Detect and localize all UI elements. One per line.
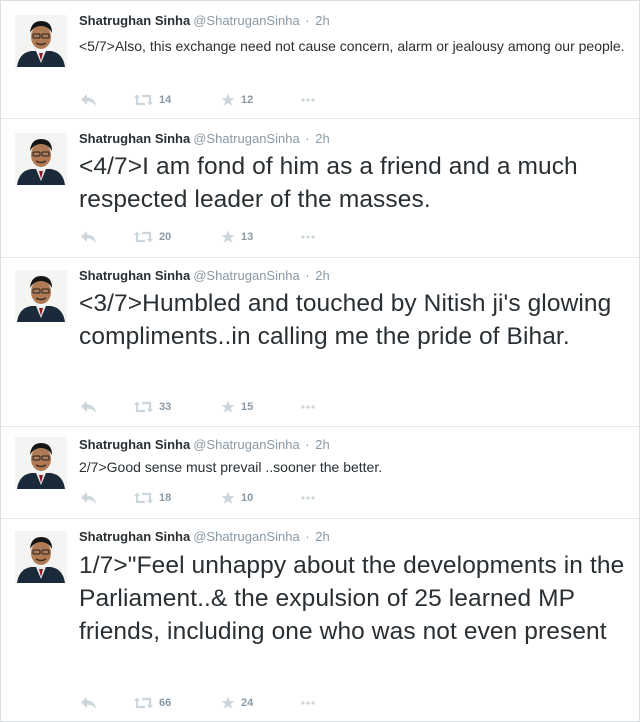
author-name[interactable]: Shatrughan Sinha (79, 529, 190, 544)
more-icon (301, 400, 315, 414)
avatar[interactable] (15, 133, 67, 185)
retweet-button[interactable]: 14 (134, 92, 171, 108)
more-icon (301, 93, 315, 107)
retweet-count: 20 (159, 231, 172, 243)
tweet-header: Shatrughan Sinha @ShatruganSinha · 2h (79, 131, 330, 146)
reply-icon (81, 696, 97, 710)
author-name[interactable]: Shatrughan Sinha (79, 268, 190, 283)
more-button[interactable] (301, 490, 315, 506)
author-name[interactable]: Shatrughan Sinha (79, 13, 190, 28)
star-icon (221, 93, 235, 107)
author-handle[interactable]: @ShatruganSinha (193, 131, 299, 146)
more-icon (301, 696, 315, 710)
tweet-actions: 66 24 (81, 695, 341, 711)
retweet-count: 66 (159, 697, 172, 709)
tweet-text: 1/7>"Feel unhappy about the developments… (79, 552, 625, 645)
more-button[interactable] (301, 229, 315, 245)
meta-separator: · (305, 268, 310, 283)
author-name[interactable]: Shatrughan Sinha (79, 437, 190, 452)
retweet-icon (134, 94, 153, 106)
meta-separator: · (305, 13, 310, 28)
retweet-count: 18 (159, 492, 172, 504)
reply-button[interactable] (81, 399, 97, 415)
tweet-header: Shatrughan Sinha @ShatruganSinha · 2h (79, 13, 330, 28)
meta-separator: · (305, 437, 310, 452)
favorite-button[interactable]: 24 (221, 695, 253, 711)
more-button[interactable] (301, 695, 315, 711)
tweet-timestamp[interactable]: 2h (315, 437, 329, 452)
tweet-text: <3/7>Humbled and touched by Nitish ji's … (79, 290, 612, 350)
tweet-item[interactable]: Shatrughan Sinha @ShatruganSinha · 2h <3/… (1, 258, 639, 427)
tweet-timestamp[interactable]: 2h (315, 13, 329, 28)
avatar[interactable] (15, 270, 67, 322)
avatar[interactable] (15, 531, 67, 583)
favorite-button[interactable]: 10 (221, 490, 253, 506)
author-name[interactable]: Shatrughan Sinha (79, 131, 190, 146)
favorite-count: 12 (241, 94, 254, 106)
retweet-icon (134, 401, 153, 413)
reply-button[interactable] (81, 695, 97, 711)
avatar[interactable] (15, 15, 67, 67)
retweet-button[interactable]: 66 (134, 695, 171, 711)
meta-separator: · (305, 529, 310, 544)
reply-button[interactable] (81, 490, 97, 506)
tweet-timestamp[interactable]: 2h (315, 131, 329, 146)
tweet-actions: 14 12 (81, 92, 341, 108)
tweet-item[interactable]: Shatrughan Sinha @ShatruganSinha · 2h 1/7… (1, 519, 639, 722)
favorite-count: 13 (241, 231, 254, 243)
avatar[interactable] (15, 437, 67, 489)
star-icon (221, 230, 235, 244)
author-handle[interactable]: @ShatruganSinha (193, 13, 299, 28)
tweet-item[interactable]: Shatrughan Sinha @ShatruganSinha · 2h 2/7… (1, 427, 639, 519)
favorite-button[interactable]: 15 (221, 399, 253, 415)
retweet-button[interactable]: 18 (134, 490, 171, 506)
star-icon (221, 696, 235, 710)
reply-icon (81, 93, 97, 107)
favorite-count: 10 (241, 492, 254, 504)
meta-separator: · (305, 131, 310, 146)
tweet-text: 2/7>Good sense must prevail ..sooner the… (79, 459, 383, 475)
tweet-timestamp[interactable]: 2h (315, 268, 329, 283)
reply-button[interactable] (81, 92, 97, 108)
author-handle[interactable]: @ShatruganSinha (193, 529, 299, 544)
tweet-item[interactable]: Shatrughan Sinha @ShatruganSinha · 2h <5/… (1, 1, 639, 119)
tweet-timeline: Shatrughan Sinha @ShatruganSinha · 2h <5/… (0, 0, 640, 722)
retweet-count: 14 (159, 94, 172, 106)
tweet-actions: 18 10 (81, 490, 341, 506)
reply-button[interactable] (81, 229, 97, 245)
tweet-text: <4/7>I am fond of him as a friend and a … (79, 153, 578, 213)
retweet-button[interactable]: 20 (134, 229, 171, 245)
tweet-item[interactable]: Shatrughan Sinha @ShatruganSinha · 2h <4/… (1, 119, 639, 258)
reply-icon (81, 230, 97, 244)
more-icon (301, 230, 315, 244)
tweet-header: Shatrughan Sinha @ShatruganSinha · 2h (79, 268, 330, 283)
favorite-button[interactable]: 13 (221, 229, 253, 245)
favorite-count: 24 (241, 697, 254, 709)
favorite-count: 15 (241, 401, 254, 413)
reply-icon (81, 400, 97, 414)
author-handle[interactable]: @ShatruganSinha (193, 268, 299, 283)
retweet-icon (134, 492, 153, 504)
tweet-text: <5/7>Also, this exchange need not cause … (79, 38, 625, 54)
favorite-button[interactable]: 12 (221, 92, 253, 108)
reply-icon (81, 491, 97, 505)
retweet-icon (134, 231, 153, 243)
retweet-icon (134, 697, 153, 709)
retweet-button[interactable]: 33 (134, 399, 171, 415)
tweet-header: Shatrughan Sinha @ShatruganSinha · 2h (79, 437, 330, 452)
author-handle[interactable]: @ShatruganSinha (193, 437, 299, 452)
more-button[interactable] (301, 92, 315, 108)
tweet-header: Shatrughan Sinha @ShatruganSinha · 2h (79, 529, 330, 544)
star-icon (221, 400, 235, 414)
tweet-actions: 33 15 (81, 399, 341, 415)
tweet-actions: 20 13 (81, 229, 341, 245)
more-button[interactable] (301, 399, 315, 415)
star-icon (221, 491, 235, 505)
retweet-count: 33 (159, 401, 172, 413)
more-icon (301, 491, 315, 505)
tweet-timestamp[interactable]: 2h (315, 529, 329, 544)
